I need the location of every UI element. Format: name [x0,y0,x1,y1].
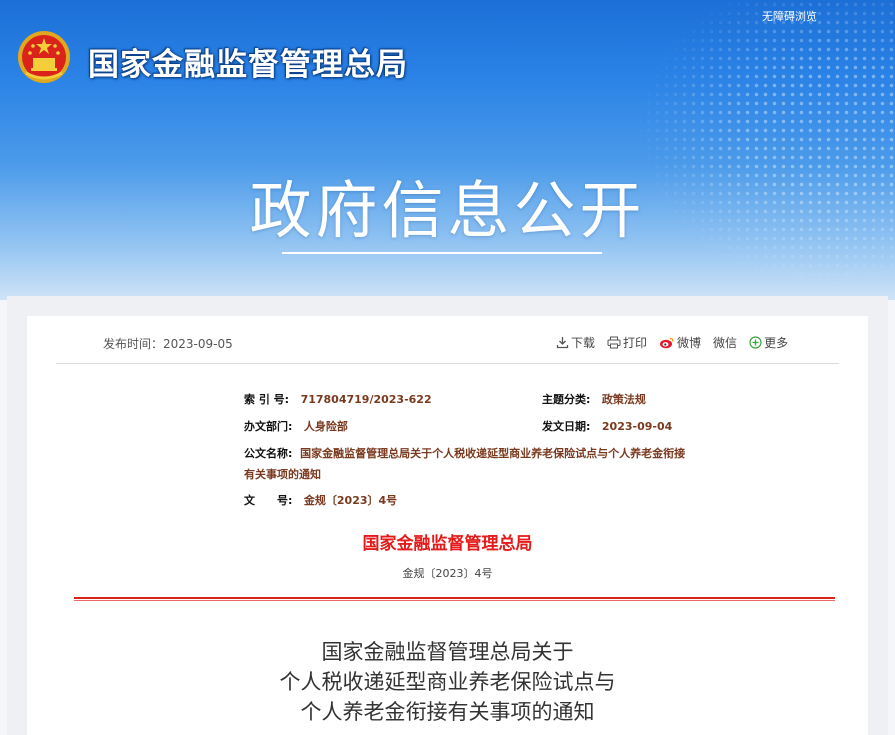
document-number-label: 文 号: [244,494,293,507]
weibo-share-button[interactable]: 微博 [659,334,701,351]
document-title-line-3: 个人养老金衔接有关事项的通知 [300,700,595,724]
topic-row: 主题分类: 政策法规 [542,391,646,407]
document-name-value: 国家金融监督管理总局关于个人税收递延型商业养老保险试点与个人养老金衔接 [300,447,686,460]
topic-value: 政策法规 [601,393,646,406]
index-number-row: 索 引 号: 717804719/2023-622 [244,391,432,407]
red-divider [74,597,835,601]
document-number-row: 文 号: 金规〔2023〕4号 [244,492,397,508]
document-name-row: 公文名称: 国家金融监督管理总局关于个人税收递延型商业养老保险试点与个人养老金衔… [244,445,685,461]
more-label: 更多 [764,336,789,350]
accessibility-link[interactable]: 无障碍浏览 [762,8,817,24]
issue-date-value: 2023-09-04 [601,420,673,433]
title-underline [282,252,602,254]
national-emblem-icon [16,29,72,85]
printer-icon [607,336,621,349]
print-label: 打印 [623,336,648,350]
weibo-icon [660,337,674,349]
publish-date: 发布时间：2023-09-05 [103,337,233,351]
department-row: 办文部门: 人身险部 [244,418,348,434]
download-icon [556,337,569,349]
agency-name: 国家金融监督管理总局 [88,47,408,83]
topic-label: 主题分类: [542,393,591,406]
document-title-line-2: 个人税收递延型商业养老保险试点与 [279,670,616,694]
download-label: 下载 [571,336,596,350]
document-name-label: 公文名称: [244,447,293,460]
issue-date-row: 发文日期: 2023-09-04 [542,418,672,434]
section-title: 政府信息公开 [249,174,646,247]
index-number-label: 索 引 号: [244,393,290,406]
share-toolbar: 下载 打印 微博 微信 更多 [556,334,800,351]
issue-date-label: 发文日期: [542,420,591,433]
document-title-line-1: 国家金融监督管理总局关于 [321,640,574,664]
download-button[interactable]: 下载 [556,334,595,351]
doc-number-center: 金规〔2023〕4号 [402,567,493,580]
wechat-share-button[interactable]: 微信 [713,334,737,351]
more-share-button[interactable]: 更多 [749,334,788,351]
document-number-value: 金规〔2023〕4号 [303,494,398,507]
plus-circle-icon [749,336,762,349]
weibo-label: 微博 [677,336,702,350]
department-value: 人身险部 [303,420,348,433]
document-name-value-line2: 有关事项的通知 [244,468,321,481]
issuer-heading: 国家金融监督管理总局 [362,534,533,554]
index-number-value: 717804719/2023-622 [300,393,432,406]
wechat-label: 微信 [713,336,738,350]
department-label: 办文部门: [244,420,293,433]
print-button[interactable]: 打印 [607,334,647,351]
document-name-continuation: 有关事项的通知 [244,466,321,482]
